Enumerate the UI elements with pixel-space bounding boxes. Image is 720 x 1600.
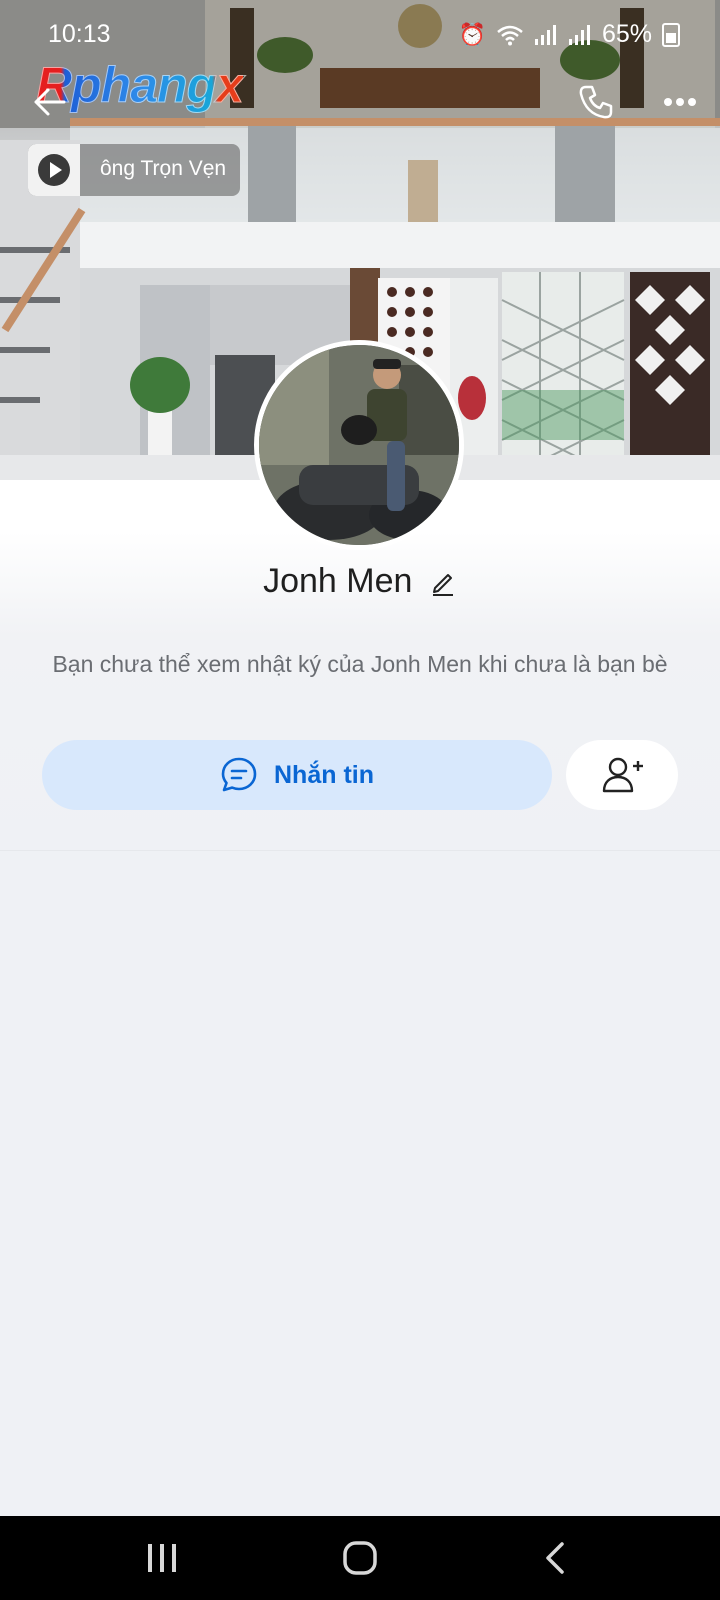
section-divider (0, 850, 720, 851)
add-friend-icon (602, 757, 643, 793)
chat-icon (221, 757, 257, 792)
status-icons: ⏰ 65% (459, 20, 680, 49)
music-title: ông Trọn Vẹn (100, 157, 227, 180)
more-icon[interactable] (660, 90, 700, 114)
nav-back-icon[interactable] (534, 1538, 578, 1578)
home-icon[interactable] (338, 1538, 382, 1578)
message-button[interactable]: Nhắn tin (42, 740, 552, 810)
edit-icon[interactable] (429, 568, 457, 596)
phone-icon[interactable] (576, 82, 616, 122)
recents-icon[interactable] (140, 1538, 184, 1578)
play-icon[interactable] (28, 144, 80, 196)
add-friend-button[interactable] (566, 740, 678, 810)
battery-percent: 65% (601, 20, 652, 48)
battery-icon (662, 22, 680, 47)
wifi-icon (497, 25, 523, 45)
avatar-photo (259, 345, 459, 545)
alarm-icon: ⏰ (458, 21, 486, 47)
profile-name-row: Jonh Men (0, 562, 720, 601)
profile-music-chip[interactable]: ông Trọn Vẹn (28, 144, 240, 196)
back-icon[interactable] (30, 82, 70, 122)
signal-icon (568, 24, 590, 45)
status-time: 10:13 (48, 20, 111, 48)
signal-icon (534, 24, 556, 45)
privacy-note: Bạn chưa thể xem nhật ký của Jonh Men kh… (52, 651, 668, 677)
avatar[interactable] (254, 340, 464, 550)
profile-name: Jonh Men (263, 562, 413, 600)
system-nav-bar (0, 1516, 720, 1600)
message-button-label: Nhắn tin (274, 760, 374, 789)
